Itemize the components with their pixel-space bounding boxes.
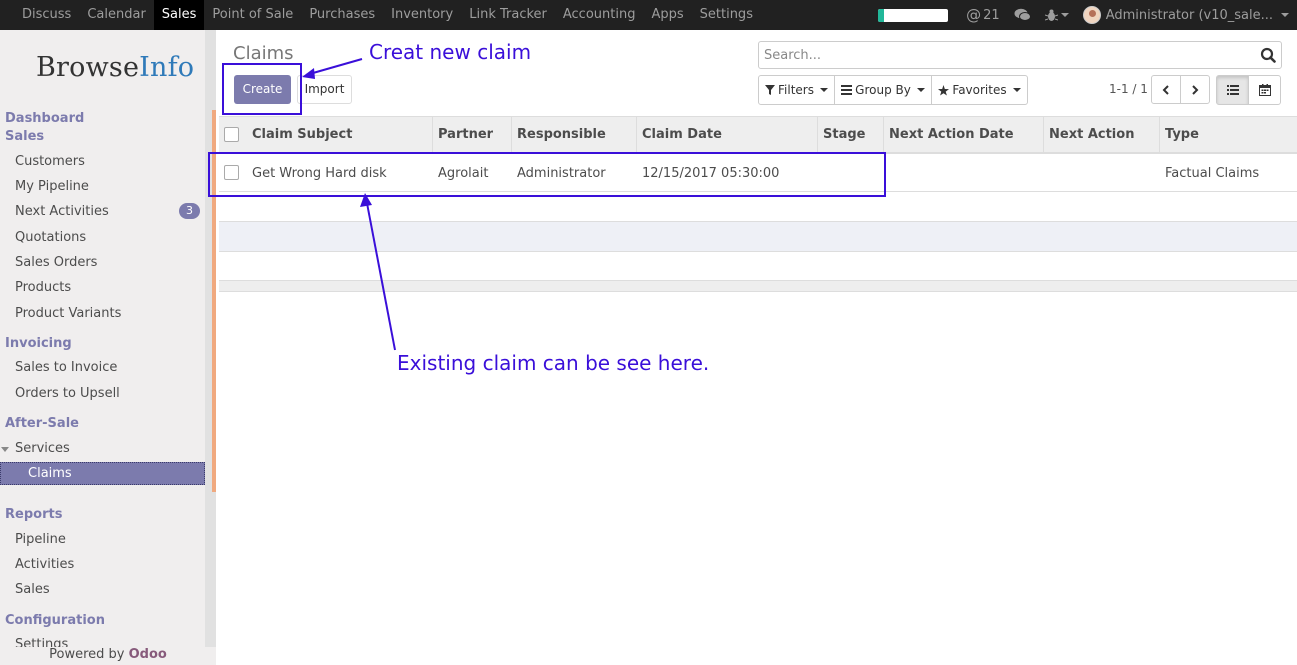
chevron-down-icon [819, 88, 828, 92]
main-menu: Discuss Calendar Sales Point of Sale Pur… [0, 0, 761, 30]
search-bar [758, 41, 1282, 69]
menu-purchases[interactable]: Purchases [301, 0, 383, 30]
sidebar-item-next-activities[interactable]: Next Activities [15, 204, 109, 219]
column-stage[interactable]: Stage [817, 117, 884, 153]
chevron-down-icon [916, 88, 925, 92]
sidebar-section-configuration: Configuration [5, 613, 105, 628]
calendar-icon [1258, 84, 1271, 96]
sidebar-item-sales-orders[interactable]: Sales Orders [15, 255, 97, 270]
chevron-down-icon [1012, 88, 1021, 92]
sidebar: BrowseInfo Dashboard Sales Customers My … [0, 30, 216, 665]
column-partner[interactable]: Partner [432, 117, 512, 153]
menu-settings[interactable]: Settings [692, 0, 761, 30]
planner-progress-bar[interactable] [878, 8, 949, 22]
sidebar-item-orders-to-upsell[interactable]: Orders to Upsell [15, 386, 120, 401]
progress-fill [878, 8, 884, 22]
favorites-button[interactable]: Favorites [931, 75, 1028, 105]
table-row-empty [219, 252, 1297, 280]
create-highlight-box [222, 63, 302, 115]
company-logo: BrowseInfo [36, 52, 195, 83]
group-by-button[interactable]: Group By [834, 75, 932, 105]
sidebar-section-after-sale: After-Sale [5, 416, 79, 431]
list-view-button[interactable] [1216, 75, 1249, 105]
odoo-link[interactable]: Odoo [129, 647, 167, 662]
page-title: Claims [233, 43, 294, 64]
column-type[interactable]: Type [1159, 117, 1297, 153]
messages-button[interactable] [1014, 8, 1031, 22]
at-icon: @ [966, 6, 982, 24]
bug-icon [1044, 9, 1058, 21]
sidebar-item-products[interactable]: Products [15, 280, 71, 295]
cell-type: Factual Claims [1165, 166, 1260, 181]
chevron-left-icon [1162, 84, 1169, 95]
column-claim-subject[interactable]: Claim Subject [246, 117, 433, 153]
menu-discuss[interactable]: Discuss [14, 0, 79, 30]
calendar-view-button[interactable] [1248, 75, 1281, 105]
avatar [1082, 6, 1101, 24]
sidebar-item-dashboard[interactable]: Dashboard [5, 111, 84, 126]
sidebar-item-claims[interactable]: Claims [0, 462, 205, 485]
column-next-action[interactable]: Next Action [1043, 117, 1160, 153]
import-button[interactable]: Import [297, 75, 352, 104]
sidebar-item-pipeline[interactable]: Pipeline [15, 532, 66, 547]
sidebar-section-invoicing: Invoicing [5, 336, 72, 351]
pager-next-button[interactable] [1180, 75, 1210, 104]
list-view-icon [1226, 85, 1239, 95]
pager-previous-button[interactable] [1151, 75, 1181, 104]
sidebar-item-sales-to-invoice[interactable]: Sales to Invoice [15, 360, 117, 375]
sidebar-item-services[interactable]: Services [15, 441, 70, 456]
chevron-down-icon [1281, 13, 1289, 17]
menu-inventory[interactable]: Inventory [383, 0, 461, 30]
menu-accounting[interactable]: Accounting [555, 0, 644, 30]
caret-down-icon [1, 447, 9, 452]
mentions-count: 21 [983, 7, 1000, 23]
top-navbar: Discuss Calendar Sales Point of Sale Pur… [0, 0, 1297, 30]
mentions-button[interactable]: @ 21 [966, 6, 1000, 24]
powered-by: Powered by Odoo [0, 647, 216, 665]
menu-sales[interactable]: Sales [153, 0, 205, 30]
filters-button[interactable]: Filters [758, 75, 835, 105]
existing-annotation-text: Existing claim can be see here. [397, 351, 710, 375]
create-annotation-text: Creat new claim [369, 40, 532, 64]
menu-apps[interactable]: Apps [643, 0, 691, 30]
sidebar-item-label: Claims [28, 466, 72, 481]
sidebar-item-my-pipeline[interactable]: My Pipeline [15, 179, 89, 194]
filter-icon [765, 85, 775, 95]
table-footer [219, 280, 1297, 292]
star-icon [938, 84, 950, 96]
search-input[interactable] [764, 46, 1244, 64]
search-icon[interactable] [1260, 47, 1276, 63]
existing-claim-highlight-box [208, 152, 886, 197]
arrow-to-create [305, 58, 363, 76]
sidebar-item-sales-report[interactable]: Sales [15, 582, 50, 597]
chevron-right-icon [1192, 84, 1199, 95]
table-header: Claim Subject Partner Responsible Claim … [219, 116, 1297, 154]
menu-calendar[interactable]: Calendar [79, 0, 153, 30]
sidebar-section-reports: Reports [5, 507, 63, 522]
systray: @ 21 Administrator (v10_sale... [878, 0, 1297, 30]
menu-link-tracker[interactable]: Link Tracker [461, 0, 555, 30]
debug-menu-button[interactable] [1044, 9, 1069, 22]
sidebar-item-customers[interactable]: Customers [15, 154, 85, 169]
chat-bubbles-icon [1014, 8, 1031, 21]
user-name: Administrator (v10_sale... [1105, 7, 1273, 23]
sidebar-item-quotations[interactable]: Quotations [15, 230, 86, 245]
sidebar-item-product-variants[interactable]: Product Variants [15, 306, 121, 321]
sidebar-section-sales: Sales [5, 129, 45, 144]
column-responsible[interactable]: Responsible [511, 117, 637, 153]
pager-value[interactable]: 1-1 / 1 [1109, 82, 1148, 96]
table-row-empty [219, 222, 1297, 252]
column-claim-date[interactable]: Claim Date [636, 117, 818, 153]
sidebar-item-activities[interactable]: Activities [15, 557, 74, 572]
next-activities-badge: 3 [179, 203, 200, 219]
chevron-down-icon [1060, 13, 1069, 17]
select-all-checkbox[interactable] [224, 127, 239, 142]
menu-point-of-sale[interactable]: Point of Sale [204, 0, 301, 30]
user-menu[interactable]: Administrator (v10_sale... [1082, 6, 1289, 24]
list-bars-icon [841, 85, 853, 95]
column-next-action-date[interactable]: Next Action Date [883, 117, 1044, 153]
